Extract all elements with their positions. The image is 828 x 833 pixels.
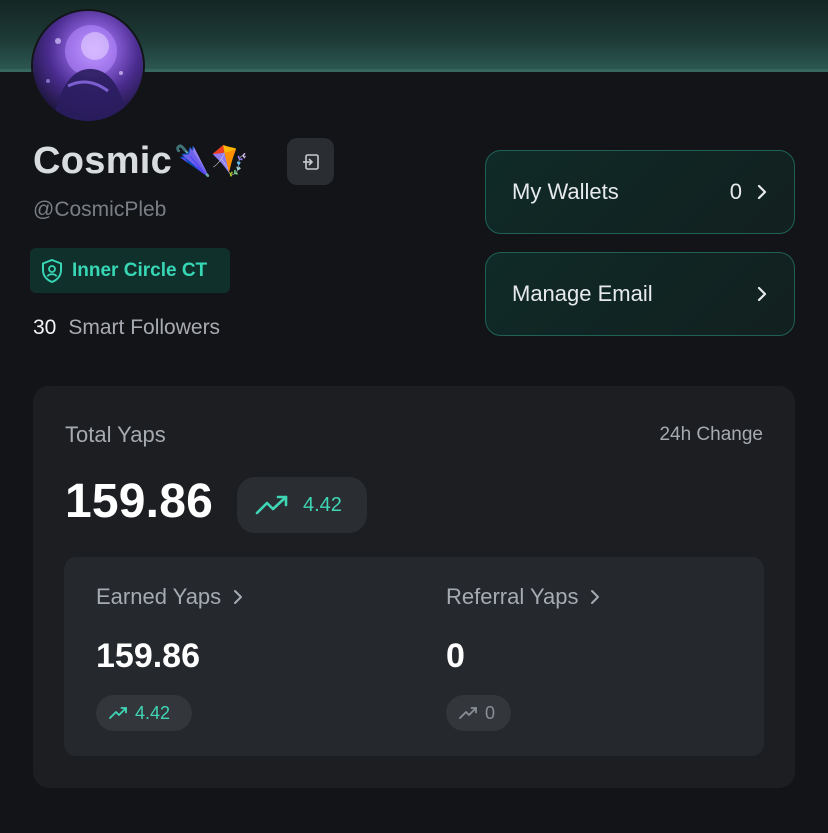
chevron-right-icon <box>757 286 767 302</box>
earned-change-value: 4.42 <box>135 702 171 723</box>
manage-email-label: Manage Email <box>512 281 653 306</box>
earned-yaps-link[interactable]: Earned Yaps <box>96 584 243 610</box>
yaps-breakdown: Earned Yaps 159.86 4.42 Referral Yaps 0 <box>64 557 764 756</box>
total-change-pill: 4.42 <box>237 477 367 533</box>
manage-email-button[interactable]: Manage Email <box>485 252 795 336</box>
referral-yaps-label: Referral Yaps <box>446 584 579 609</box>
trending-up-icon <box>459 707 477 719</box>
my-wallets-label: My Wallets <box>512 179 619 204</box>
profile-name-emoji: 🌂🪁 <box>174 145 249 178</box>
yaps-card: Total Yaps 24h Change 159.86 4.42 Earned… <box>33 386 795 788</box>
followers-count: 30 <box>33 316 57 339</box>
avatar-image <box>46 25 128 121</box>
earned-yaps-label: Earned Yaps <box>96 584 222 609</box>
earned-change-pill: 4.42 <box>96 695 192 731</box>
inner-circle-badge: Inner Circle CT <box>30 248 230 293</box>
referral-yaps-value: 0 <box>446 637 465 675</box>
followers-label: Smart Followers <box>68 316 221 339</box>
total-yaps-value: 159.86 <box>65 475 214 528</box>
earned-yaps-value: 159.86 <box>96 637 200 675</box>
chevron-right-icon <box>591 590 600 604</box>
trending-up-icon <box>255 495 288 515</box>
badge-label: Inner Circle CT <box>72 259 208 281</box>
profile-name-row: Cosmic 🌂🪁 <box>33 140 249 183</box>
logout-button[interactable] <box>287 138 334 185</box>
my-wallets-button[interactable]: My Wallets 0 <box>485 150 795 234</box>
chevron-right-icon <box>234 590 243 604</box>
smart-followers: 30 Smart Followers <box>33 316 220 340</box>
profile-handle: @CosmicPleb <box>33 198 167 221</box>
trending-up-icon <box>109 707 127 719</box>
shield-user-icon <box>42 258 62 283</box>
referral-yaps-link[interactable]: Referral Yaps <box>446 584 600 610</box>
referral-change-pill: 0 <box>446 695 511 731</box>
profile-name: Cosmic <box>33 140 173 182</box>
avatar[interactable] <box>33 11 143 121</box>
referral-change-value: 0 <box>485 702 496 723</box>
my-wallets-count: 0 <box>729 179 742 204</box>
logout-icon <box>302 153 319 170</box>
chevron-right-icon <box>757 184 767 200</box>
total-change-value: 4.42 <box>303 493 342 516</box>
change-24h-label: 24h Change <box>659 424 763 445</box>
total-yaps-label: Total Yaps <box>65 422 166 447</box>
